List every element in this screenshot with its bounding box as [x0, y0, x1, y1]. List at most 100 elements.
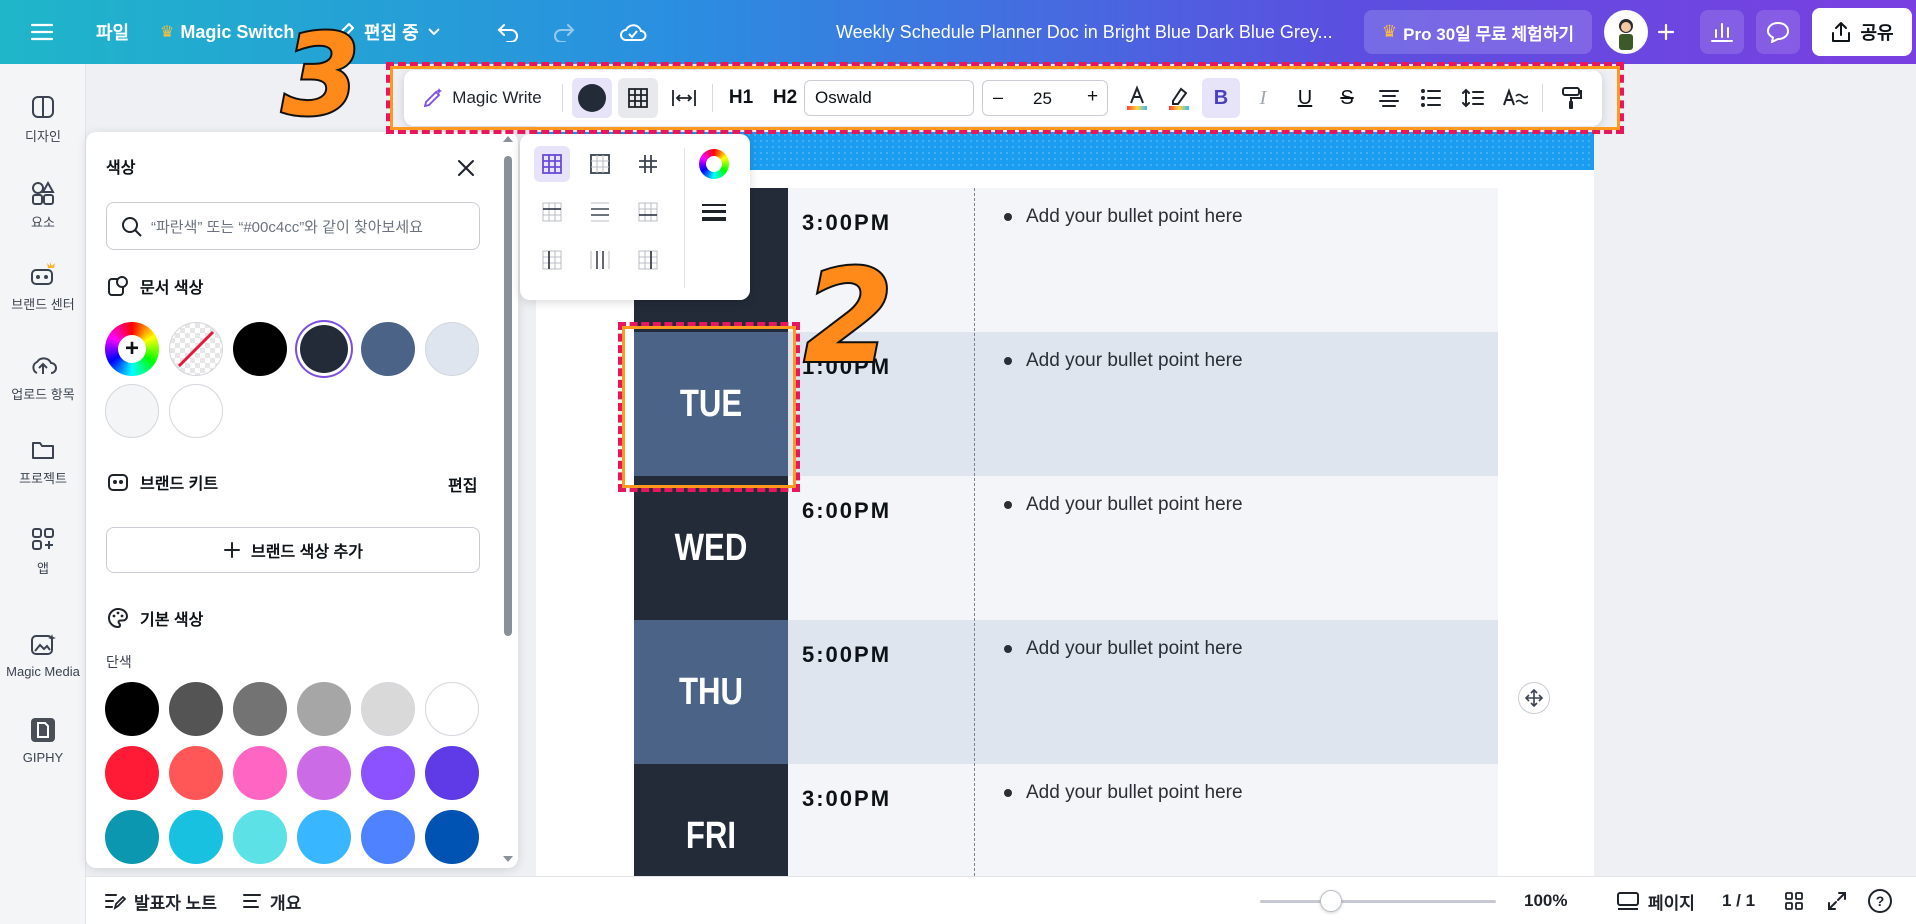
bullet-dot [1004, 357, 1012, 365]
default-color-swatch[interactable] [425, 682, 479, 736]
color-swatch[interactable] [105, 384, 159, 438]
default-color-swatch[interactable] [169, 746, 223, 800]
time-text[interactable]: 6:00PM [802, 498, 891, 524]
add-brand-color-button[interactable]: 브랜드 색상 추가 [106, 527, 480, 573]
scroll-down-icon[interactable] [503, 856, 513, 862]
insights-icon[interactable] [1700, 10, 1744, 54]
color-swatch[interactable] [233, 322, 287, 376]
default-color-swatch[interactable] [361, 682, 415, 736]
default-color-swatch[interactable] [233, 682, 287, 736]
zoom-slider-thumb[interactable] [1319, 890, 1342, 912]
border-color-icon[interactable] [696, 146, 732, 182]
presenter-notes-button[interactable]: 발표자 노트 [104, 877, 217, 924]
zoom-level[interactable]: 100% [1524, 877, 1567, 924]
bullet-item[interactable]: Add your bullet point here [1004, 494, 1243, 516]
vertical-borders-icon[interactable] [582, 242, 618, 278]
sidebar-item-uploads[interactable]: 업로드 항목 [0, 352, 86, 403]
zoom-slider-track[interactable] [1260, 890, 1496, 912]
sidebar-item-giphy[interactable]: GIPHY [0, 716, 86, 765]
close-icon[interactable] [452, 154, 480, 182]
default-color-swatch[interactable] [105, 682, 159, 736]
bullet-dot [1004, 213, 1012, 221]
top-border-icon[interactable] [534, 194, 570, 230]
sidebar-item-projects[interactable]: 프로젝트 [0, 438, 86, 487]
panel-scrollbar[interactable] [504, 156, 512, 636]
outer-border-icon[interactable] [582, 146, 618, 182]
day-label[interactable]: WED [648, 476, 774, 620]
document-title[interactable]: Weekly Schedule Planner Doc in Bright Bl… [836, 0, 1333, 64]
time-text[interactable]: 3:00PM [802, 210, 891, 236]
bottom-border-icon[interactable] [630, 194, 666, 230]
comment-icon[interactable] [1756, 10, 1800, 54]
default-color-swatch[interactable] [297, 682, 351, 736]
add-color-button[interactable]: + [105, 322, 159, 376]
time-text[interactable]: 5:00PM [802, 642, 891, 668]
sidebar-item-magic-media[interactable]: Magic Media [0, 632, 86, 679]
schedule-row[interactable]: WED 6:00PM Add your bullet point here [634, 476, 1498, 620]
default-color-swatch[interactable] [425, 810, 479, 864]
color-swatch[interactable] [169, 384, 223, 438]
grid-view-icon[interactable] [1784, 877, 1804, 924]
schedule-row[interactable]: THU 5:00PM Add your bullet point here [634, 620, 1498, 764]
cloud-saved-icon[interactable] [614, 14, 652, 50]
avatar[interactable] [1604, 10, 1648, 54]
border-weight-icon[interactable] [696, 194, 732, 230]
brand-kit-edit-link[interactable]: 편집 [448, 472, 477, 496]
page-counter[interactable]: 1 / 1 [1722, 877, 1755, 924]
default-color-swatch[interactable] [169, 810, 223, 864]
schedule-row[interactable]: FRI 3:00PM Add your bullet point here [634, 764, 1498, 876]
default-color-swatch[interactable] [233, 746, 287, 800]
sidebar-item-design[interactable]: 디자인 [0, 94, 86, 145]
elements-icon [32, 180, 55, 205]
default-color-swatch[interactable] [425, 746, 479, 800]
bullet-item[interactable]: Add your bullet point here [1004, 782, 1243, 804]
time-text[interactable]: 3:00PM [802, 786, 891, 812]
magic-switch-button[interactable]: ♛ Magic Switch [160, 0, 294, 64]
default-color-swatch[interactable] [169, 682, 223, 736]
chevron-down-icon [427, 28, 440, 36]
default-color-swatch[interactable] [297, 810, 351, 864]
scroll-up-icon[interactable] [503, 136, 513, 142]
default-color-swatch[interactable] [361, 810, 415, 864]
pages-button[interactable]: 페이지 [1616, 877, 1695, 924]
folder-icon [32, 442, 54, 459]
schedule-row[interactable]: 3:00PM Add your bullet point here [634, 188, 1498, 332]
share-button[interactable]: 공유 [1812, 8, 1912, 56]
inner-border-icon[interactable] [630, 146, 666, 182]
transparent-swatch[interactable] [169, 322, 223, 376]
color-swatch[interactable] [425, 322, 479, 376]
undo-icon[interactable] [490, 14, 526, 50]
sidebar-item-brand-center[interactable]: 브랜드 센터 [0, 260, 86, 313]
outline-button[interactable]: 개요 [242, 877, 301, 924]
bullet-item[interactable]: Add your bullet point here [1004, 350, 1243, 372]
menu-icon[interactable] [24, 14, 60, 50]
sidebar-item-apps[interactable]: 앱 [0, 526, 86, 577]
left-sidebar: 디자인 요소 브랜드 센터 업로드 항목 프로젝트 앱 Magic Media [0, 64, 86, 924]
brand-kit-title: 브랜드 키트 [106, 470, 218, 494]
right-border-icon[interactable] [630, 242, 666, 278]
color-swatch[interactable] [361, 322, 415, 376]
default-color-swatch[interactable] [105, 746, 159, 800]
horizontal-borders-icon[interactable] [582, 194, 618, 230]
bullet-item[interactable]: Add your bullet point here [1004, 638, 1243, 660]
add-collaborator-icon[interactable] [1646, 10, 1686, 54]
all-borders-icon[interactable] [534, 146, 570, 182]
bullet-item[interactable]: Add your bullet point here [1004, 206, 1243, 228]
default-color-swatch[interactable] [297, 746, 351, 800]
default-color-swatch[interactable] [105, 810, 159, 864]
default-color-swatch[interactable] [233, 810, 287, 864]
notes-icon [105, 894, 126, 911]
pro-trial-button[interactable]: ♛ Pro 30일 무료 체험하기 [1364, 10, 1592, 54]
crown-icon: ♛ [1381, 22, 1398, 41]
file-menu[interactable]: 파일 [96, 0, 129, 64]
default-color-swatch[interactable] [361, 746, 415, 800]
left-border-icon[interactable] [534, 242, 570, 278]
sidebar-item-elements[interactable]: 요소 [0, 180, 86, 231]
color-swatch-selected[interactable] [297, 322, 351, 376]
day-label[interactable]: THU [648, 620, 774, 764]
help-button[interactable]: ? [1868, 877, 1892, 924]
color-search-input[interactable]: “파란색” 또는 “#00c4cc”와 같이 찾아보세요 [106, 202, 480, 250]
redo-icon[interactable] [546, 14, 582, 50]
fullscreen-icon[interactable] [1826, 877, 1848, 924]
move-handle-icon[interactable] [1518, 682, 1550, 714]
